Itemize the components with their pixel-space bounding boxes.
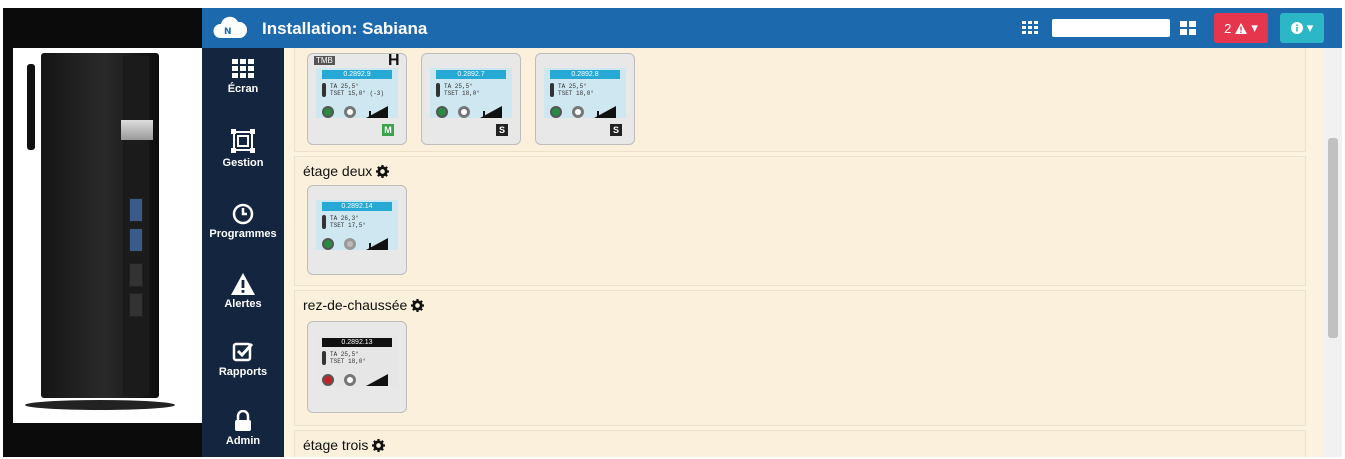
tile-view-icon[interactable] <box>1180 20 1196 36</box>
zone-section-etage-trois: étage trois <box>294 430 1306 457</box>
slave-badge: S <box>610 124 622 136</box>
info-icon <box>1290 22 1303 34</box>
gear-icon[interactable] <box>411 298 425 312</box>
power-status-icon <box>322 374 334 386</box>
usb-port <box>129 198 143 222</box>
sidebar-item-alertes[interactable]: Alertes <box>202 273 284 310</box>
device-values: TA 25,5° TSET 18,0° <box>444 83 481 97</box>
antenna <box>27 64 35 150</box>
port <box>129 263 143 287</box>
svg-text:N: N <box>224 27 232 37</box>
mode-ring-icon <box>458 106 470 118</box>
lock-icon <box>235 410 251 431</box>
sidebar-item-label: Alertes <box>224 298 262 310</box>
main-content: TMB H 0.2892.9 TA 25,5° TSET 15,0° (-3) … <box>284 48 1324 457</box>
fan-speed-icon <box>366 374 388 386</box>
device-values: TA 26,3° TSET 17,5° <box>330 215 367 229</box>
sidebar-item-ecran[interactable]: Écran <box>202 58 284 95</box>
checkbox-icon <box>232 342 254 362</box>
installation-selector[interactable] <box>1052 19 1170 37</box>
section-title-text: étage trois <box>303 437 369 453</box>
zone-section-etage-deux: étage deux 0.2892.14 TA 26,3° TSET 17,5° <box>294 156 1306 286</box>
warning-icon <box>231 273 255 295</box>
device-card[interactable]: TMB H 0.2892.9 TA 25,5° TSET 15,0° (-3) … <box>307 52 407 145</box>
mini-pc-stand <box>25 400 175 410</box>
device-card[interactable]: 0.2892.13 TA 25,5° TSET 18,0° <box>307 321 407 413</box>
power-status-icon <box>550 106 562 118</box>
gestion-icon <box>231 129 255 153</box>
mini-pc-photo <box>13 48 203 423</box>
cloud-logo-icon: N <box>213 16 248 38</box>
grid-view-icon[interactable] <box>1022 20 1038 36</box>
power-status-icon <box>436 106 448 118</box>
grid-icon <box>232 59 254 78</box>
top-bar: N Installation: Sabiana 2 ▾ ▾ <box>202 8 1342 48</box>
sidebar: Écran Gestion Programmes Alertes Rapport… <box>202 48 284 457</box>
fan-speed-icon <box>480 106 502 118</box>
device-card[interactable]: 0.2892.8 TA 25,5° TSET 18,0° S <box>535 53 635 145</box>
vertical-scrollbar[interactable] <box>1324 48 1342 457</box>
chevron-down-icon: ▾ <box>1251 20 1258 35</box>
power-status-icon <box>322 106 334 118</box>
zone-section-rez-de-chaussee: rez-de-chaussée 0.2892.13 TA 25,5° TSET … <box>294 290 1306 426</box>
page-title: Installation: Sabiana <box>262 19 428 38</box>
sidebar-item-label: Admin <box>225 435 261 447</box>
clock-icon <box>232 203 254 225</box>
gear-icon[interactable] <box>372 438 386 452</box>
sidebar-item-label: Rapports <box>218 366 268 378</box>
section-title-text: rez-de-chaussée <box>303 297 408 313</box>
alerts-dropdown-button[interactable]: 2 ▾ <box>1214 13 1268 43</box>
thermometer-icon <box>322 351 326 365</box>
device-values: TA 25,5° TSET 18,0° <box>558 83 595 97</box>
master-badge: M <box>382 124 394 136</box>
device-code: 0.2892.13 <box>322 338 392 347</box>
sidebar-item-label: Écran <box>227 83 259 95</box>
warning-icon <box>1235 22 1248 34</box>
device-code: 0.2892.14 <box>322 202 392 211</box>
mini-pc-band <box>121 120 153 140</box>
zone-section: TMB H 0.2892.9 TA 25,5° TSET 15,0° (-3) … <box>294 48 1306 152</box>
sidebar-item-programmes[interactable]: Programmes <box>202 203 284 240</box>
section-title-text: étage deux <box>303 163 373 179</box>
thermometer-icon <box>322 83 326 97</box>
sidebar-item-label: Gestion <box>222 157 264 169</box>
device-values: TA 25,5° TSET 15,0° (-3) <box>330 83 385 97</box>
mode-ring-icon <box>572 106 584 118</box>
fan-speed-icon <box>366 238 388 250</box>
screenshot-frame: N Installation: Sabiana 2 ▾ ▾ Écran Gest… <box>3 8 1342 457</box>
device-tag: TMB <box>314 56 335 65</box>
sidebar-item-rapports[interactable]: Rapports <box>202 341 284 378</box>
sidebar-item-admin[interactable]: Admin <box>202 410 284 447</box>
device-code: 0.2892.9 <box>322 70 392 79</box>
mode-ring-icon <box>344 238 356 250</box>
scrollbar-thumb[interactable] <box>1328 138 1338 338</box>
thermometer-icon <box>436 83 440 97</box>
fan-speed-icon <box>594 106 616 118</box>
sidebar-item-gestion[interactable]: Gestion <box>202 128 284 169</box>
sidebar-item-label: Programmes <box>209 228 277 240</box>
alert-count: 2 <box>1224 20 1232 36</box>
device-code: 0.2892.8 <box>550 70 620 79</box>
device-code: 0.2892.7 <box>436 70 506 79</box>
device-card[interactable]: 0.2892.7 TA 25,5° TSET 18,0° S <box>421 53 521 145</box>
chevron-down-icon: ▾ <box>1306 20 1314 35</box>
device-card[interactable]: 0.2892.14 TA 26,3° TSET 17,5° <box>307 185 407 275</box>
device-values: TA 25,5° TSET 18,0° <box>330 351 367 365</box>
mini-pc-front <box>123 56 149 396</box>
mode-ring-icon <box>344 106 356 118</box>
thermometer-icon <box>322 215 326 229</box>
info-dropdown-button[interactable]: ▾ <box>1280 13 1324 43</box>
port <box>129 293 143 317</box>
thermometer-icon <box>550 83 554 97</box>
gear-icon[interactable] <box>376 164 390 178</box>
section-title: étage deux <box>303 163 390 179</box>
section-title: étage trois <box>303 437 386 453</box>
usb-port <box>129 228 143 252</box>
slave-badge: S <box>496 124 508 136</box>
power-status-icon <box>322 238 334 250</box>
mode-ring-icon <box>344 374 356 386</box>
section-title: rez-de-chaussée <box>303 297 425 313</box>
fan-speed-icon <box>366 106 388 118</box>
